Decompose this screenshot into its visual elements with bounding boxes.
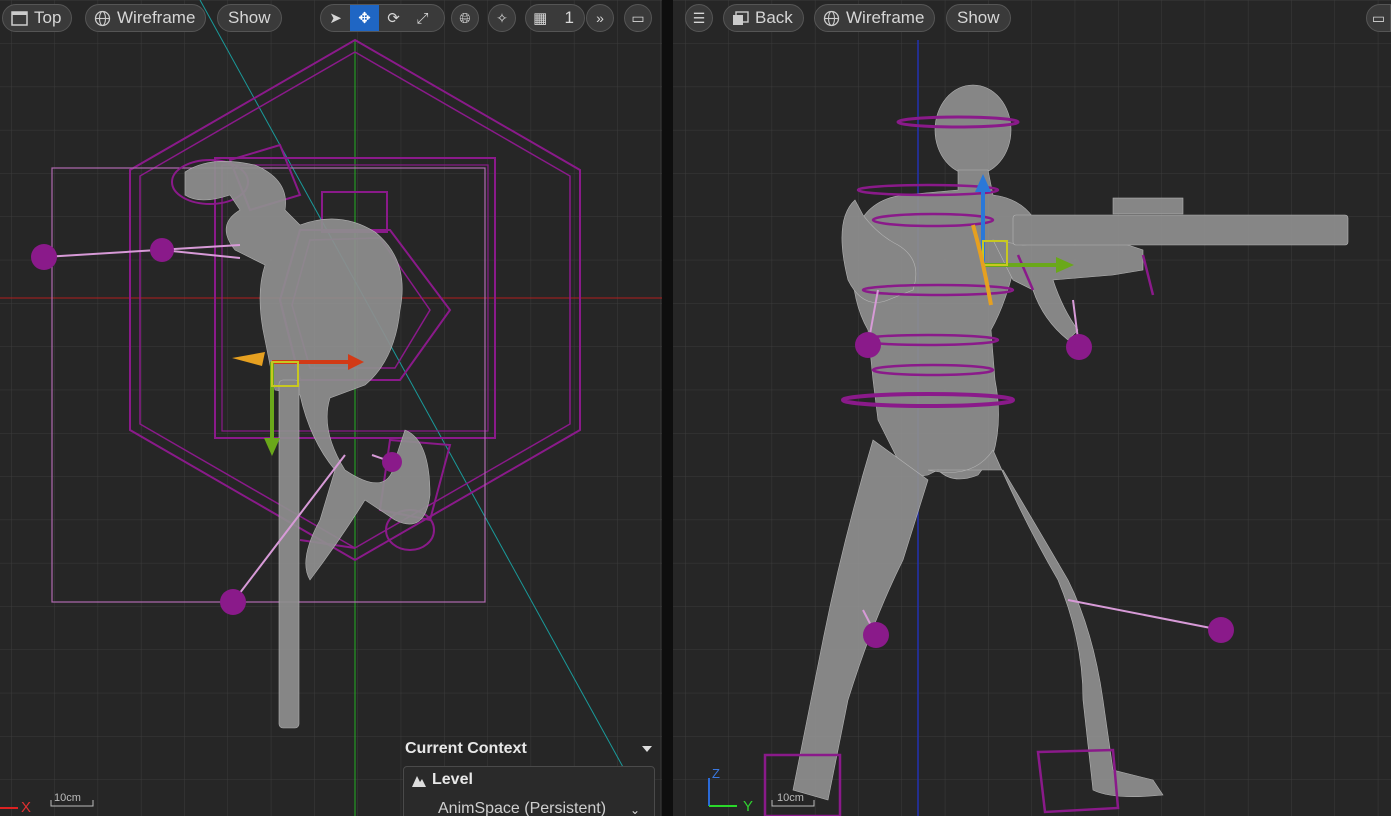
top-viewport-scene[interactable] [0,0,662,816]
top-viewport-toolbar: Top Wireframe Show ➤ ✥ ⟳ ⤢ 🌐︎ ✧ ▦ 1 » ▭ [0,4,662,34]
show-label: Show [228,8,271,27]
y-axis-label: Y [743,798,754,815]
back-viewport-toolbar: ☰ Back Wireframe Show ▭ [673,4,1391,34]
surface-snap-icon: ✧ [496,9,508,26]
show-button[interactable]: Show [946,4,1011,32]
z-axis-label: Z [712,766,720,781]
surface-snap-button[interactable]: ✧ [488,4,516,32]
maximize-viewport-button[interactable]: ▭ [624,4,652,32]
world-globe-icon: 🌐︎ [459,9,471,26]
maximize-icon: ▭ [631,9,645,26]
translate-tool-button[interactable]: ✥ [350,5,379,31]
x-axis-label: X [21,799,32,816]
coordinate-space-button[interactable]: 🌐︎ [451,4,479,32]
viewport-splitter[interactable] [662,0,673,816]
viewport-menu-button[interactable]: ☰ [685,4,713,32]
render-mode-label: Wireframe [846,8,925,27]
dropdown-caret-icon[interactable] [642,746,652,752]
globe-wireframe-icon [94,10,111,27]
back-viewport-scene[interactable] [673,0,1391,816]
view-mode-label: Top [34,8,62,27]
grid-snap-value: 1 [564,8,574,27]
rotate-icon: ⟳ [387,10,400,27]
viewport-window-icon [732,10,749,27]
scale-bar [50,800,94,807]
view-mode-label: Back [755,8,793,27]
grid-snap-button[interactable]: ▦ [526,5,555,31]
grid-icon: ▦ [533,10,548,27]
maximize-viewport-button[interactable]: ▭ [1366,4,1391,32]
axis-indicator [708,778,737,807]
world-name: AnimSpace (Persistent) [438,800,607,816]
scale-icon: ⤢ [416,9,429,27]
rotate-tool-button[interactable]: ⟳ [379,5,408,31]
back-viewport[interactable]: ☰ Back Wireframe Show ▭ Z Y 10cm [673,0,1391,816]
render-mode-label: Wireframe [117,8,196,27]
render-mode-button[interactable]: Wireframe [814,4,936,32]
grid-snap-group[interactable]: ▦ 1 [525,4,585,32]
top-viewport[interactable]: Top Wireframe Show ➤ ✥ ⟳ ⤢ 🌐︎ ✧ ▦ 1 » ▭ … [0,0,662,816]
globe-wireframe-icon [823,10,840,27]
select-tool-button[interactable]: ➤ [321,5,350,31]
show-label: Show [957,8,1000,27]
maximize-icon: ▭ [1371,9,1386,26]
scale-bar [771,800,815,807]
move-arrows-icon: ✥ [358,10,371,27]
render-mode-button[interactable]: Wireframe [85,4,207,32]
current-context-panel: Current Context Level AnimSpace (Persist… [398,737,660,816]
level-label: Level [432,771,473,788]
double-chevron-right-icon: » [596,10,604,26]
level-icon [411,774,427,793]
chevron-down-icon[interactable]: ⌄ [630,803,640,816]
transform-tools-group: ➤ ✥ ⟳ ⤢ [320,4,445,32]
show-button[interactable]: Show [217,4,282,32]
scale-tool-button[interactable]: ⤢ [408,5,437,31]
more-options-button[interactable]: » [586,4,614,32]
viewport-window-icon [11,10,28,27]
view-mode-button[interactable]: Back [723,4,804,32]
level-selector[interactable]: Level AnimSpace (Persistent) ⌄ [403,766,655,816]
cursor-arrow-icon: ➤ [329,10,342,27]
hamburger-menu-icon: ☰ [692,9,706,26]
current-context-title: Current Context [405,740,527,757]
view-mode-button[interactable]: Top [2,4,73,32]
